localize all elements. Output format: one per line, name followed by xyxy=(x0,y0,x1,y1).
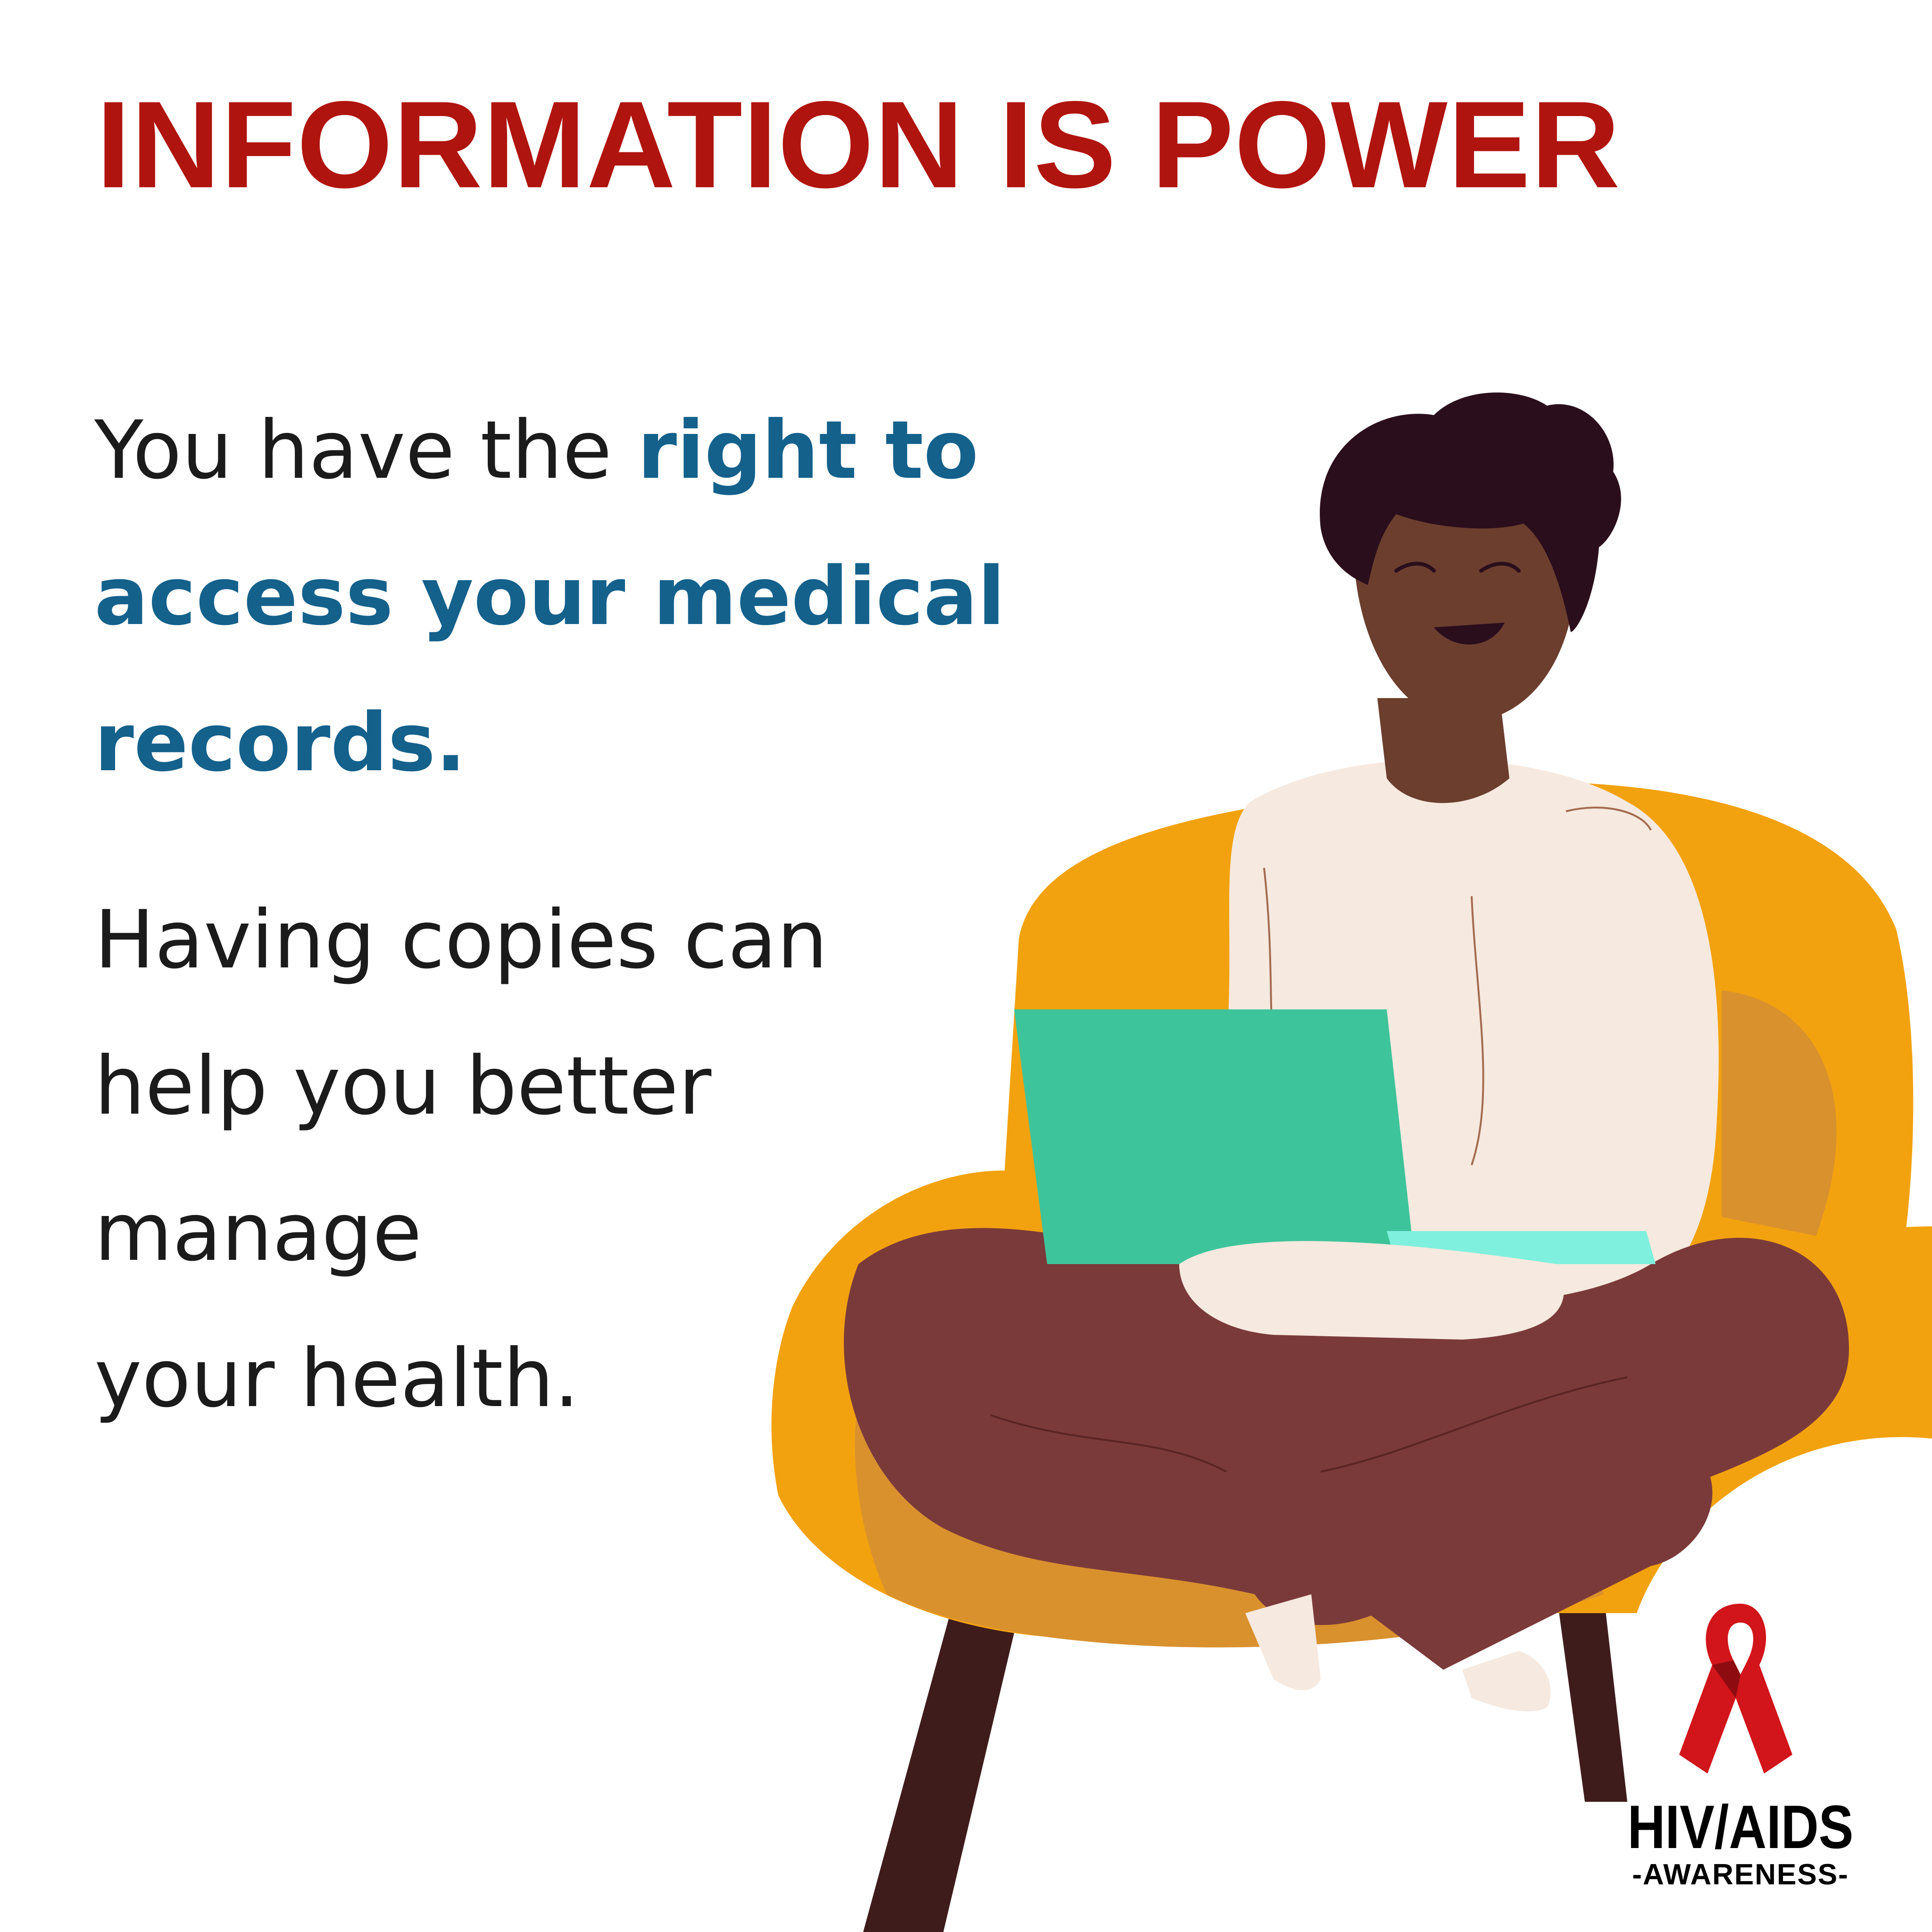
rights-lead: You have the xyxy=(94,404,638,497)
headline: INFORMATION IS POWER xyxy=(96,75,1621,214)
sock-icon xyxy=(1462,1651,1551,1712)
logo-title: HIV/AIDS xyxy=(1627,1792,1854,1861)
chair-leg-icon xyxy=(863,1604,1019,1932)
red-ribbon-icon xyxy=(1665,1594,1816,1792)
logo-subtitle: -AWARENESS- xyxy=(1632,1858,1849,1891)
laptop-screen-icon xyxy=(1014,1009,1415,1264)
hiv-aids-awareness-logo: HIV/AIDS -AWARENESS- xyxy=(1594,1594,1887,1896)
awareness-poster: INFORMATION IS POWER You have the right … xyxy=(0,0,1932,1932)
